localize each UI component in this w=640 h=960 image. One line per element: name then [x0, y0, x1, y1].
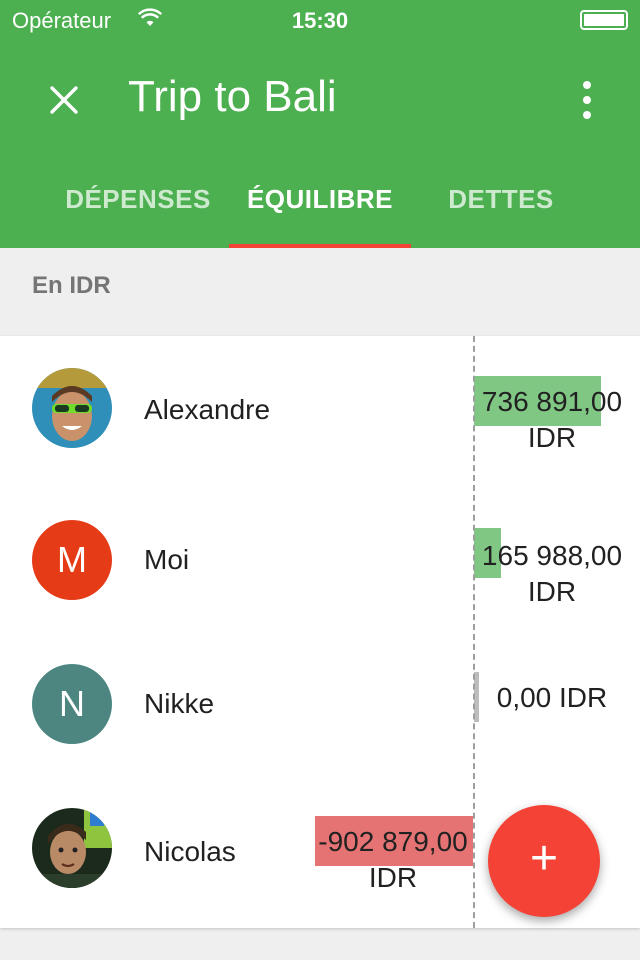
- avatar-photo-nicolas: [32, 808, 112, 888]
- balance-row-nikke[interactable]: N Nikke 0,00 IDR: [0, 632, 640, 780]
- add-expense-button[interactable]: +: [488, 805, 600, 917]
- page-title: Trip to Bali: [128, 72, 337, 121]
- tab-indicator: [229, 244, 411, 248]
- status-bar: Opérateur 15:30: [0, 0, 640, 40]
- clock: 15:30: [291, 8, 349, 33]
- avatar-letter-moi: M: [32, 520, 112, 600]
- currency-subheader: En IDR: [32, 272, 111, 299]
- avatar-letter-nikke: N: [32, 664, 112, 744]
- balance-amount: 0,00 IDR: [496, 682, 608, 713]
- tab-bar: DÉPENSES ÉQUILIBRE DETTES: [0, 160, 640, 248]
- close-icon[interactable]: [40, 76, 88, 124]
- member-name: Nikke: [144, 688, 215, 719]
- tab-dettes[interactable]: DETTES: [411, 160, 591, 248]
- balance-row-alexandre[interactable]: Alexandre 736 891,00 IDR: [0, 336, 640, 484]
- balance-amount: 736 891,00 IDR: [481, 386, 623, 453]
- balance-amount: 165 988,00 IDR: [481, 540, 623, 607]
- tab-equilibre[interactable]: ÉQUILIBRE: [229, 160, 411, 248]
- balance-row-moi[interactable]: M Moi 165 988,00 IDR: [0, 484, 640, 632]
- member-name: Nicolas: [144, 836, 236, 867]
- tab-label: DÉPENSES: [65, 184, 211, 214]
- member-name: Moi: [144, 544, 190, 575]
- more-vert-icon[interactable]: [580, 80, 594, 120]
- balance-amount: -902 879,00 IDR: [318, 826, 468, 893]
- zero-axis-divider: [473, 336, 475, 928]
- tab-depenses[interactable]: DÉPENSES: [48, 160, 228, 248]
- tab-label: DETTES: [448, 184, 554, 214]
- battery-icon: [580, 10, 628, 30]
- avatar-photo-alexandre: [32, 368, 112, 448]
- app-bar: Opérateur 15:30 Trip to Bali DÉPENSES ÉQ…: [0, 0, 640, 248]
- member-name: Alexandre: [144, 394, 271, 425]
- toolbar: Trip to Bali: [0, 52, 640, 142]
- tab-label: ÉQUILIBRE: [246, 184, 394, 214]
- add-icon: +: [529, 832, 559, 885]
